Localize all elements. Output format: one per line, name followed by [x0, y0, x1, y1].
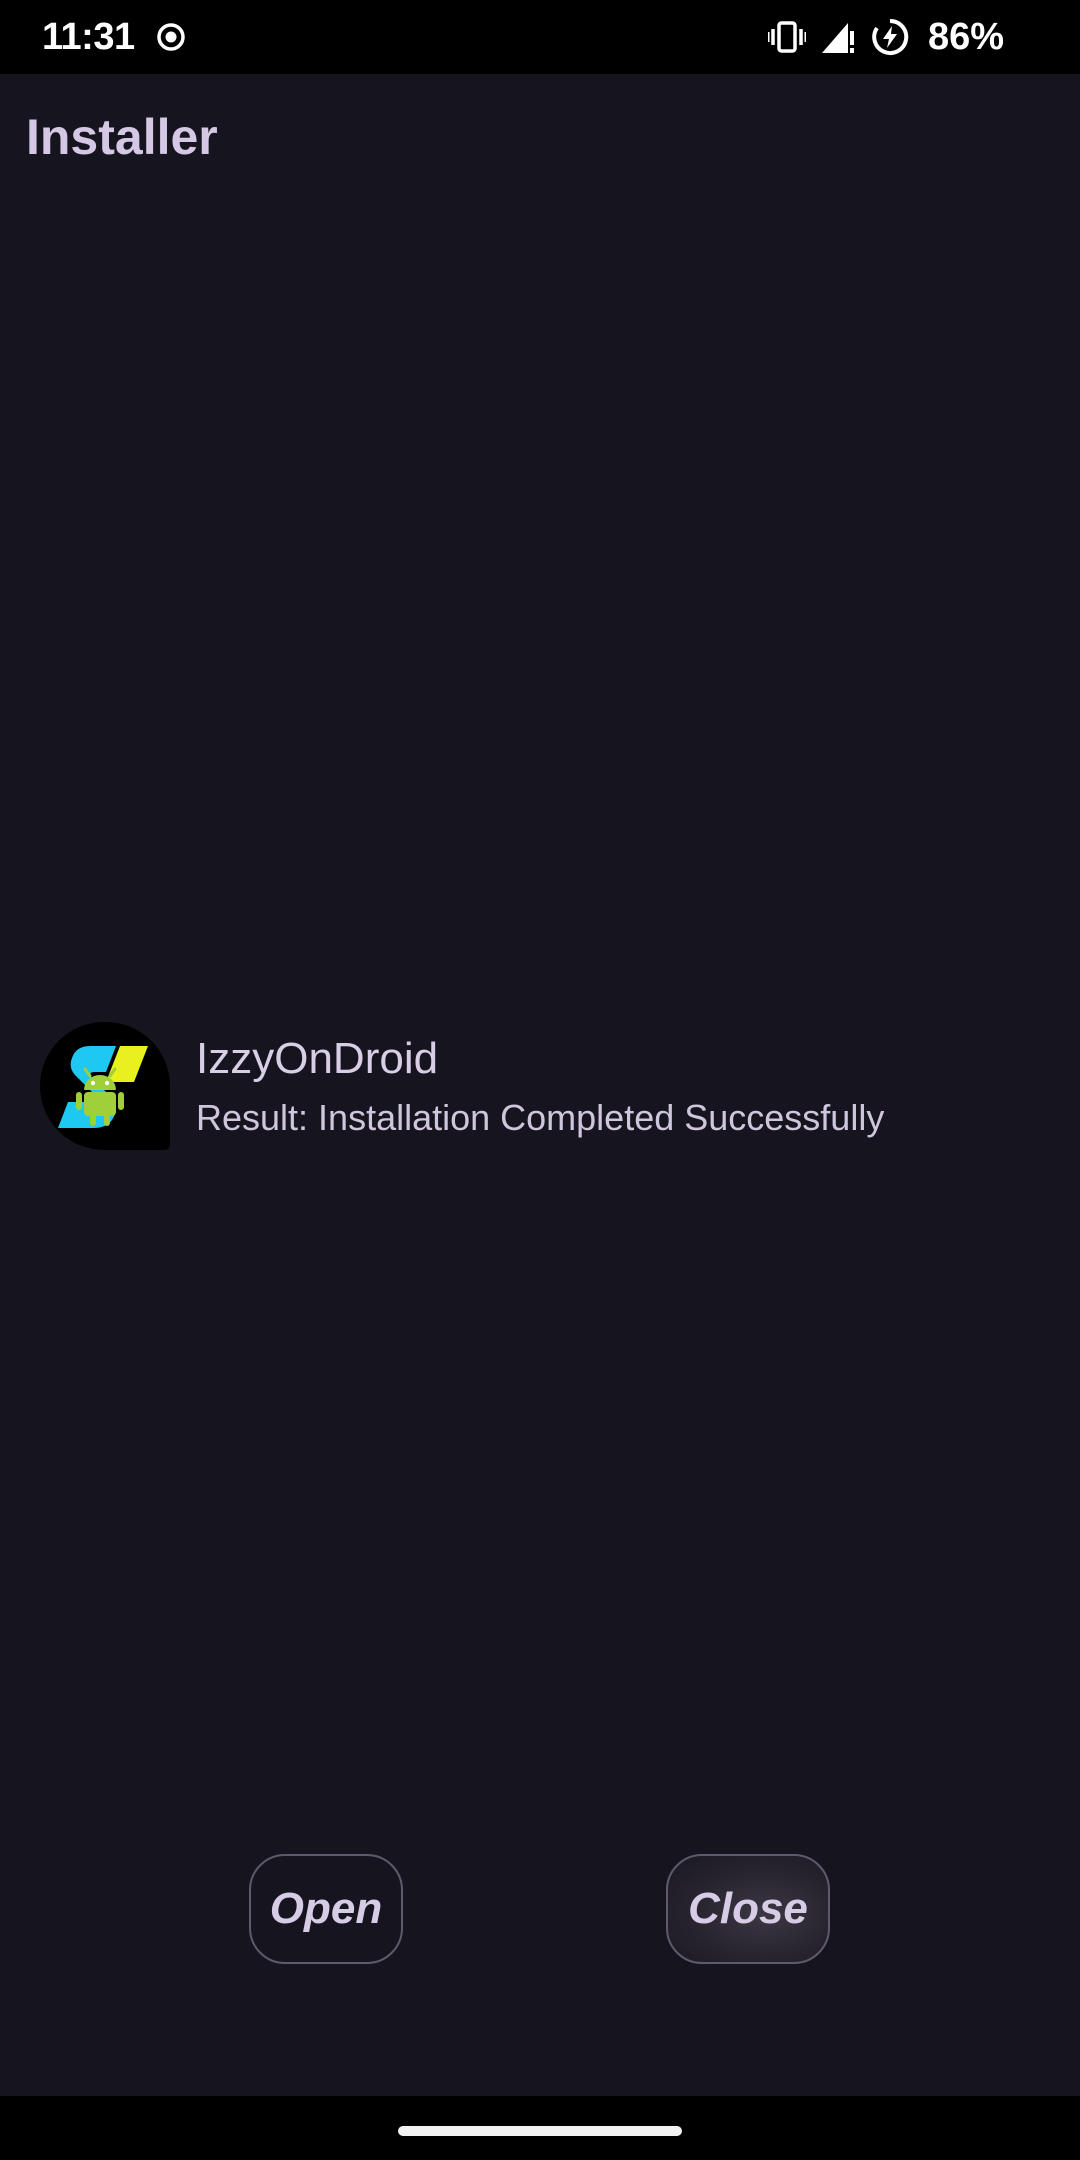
- izzyondroid-app-icon: [38, 1020, 170, 1152]
- install-result-message: Result: Installation Completed Successfu…: [196, 1097, 885, 1138]
- close-button[interactable]: Close: [666, 1854, 830, 1964]
- battery-charging-icon: [870, 17, 910, 57]
- status-time: 11:31: [42, 16, 135, 58]
- page-title: Installer: [26, 109, 218, 165]
- record-icon: [156, 22, 186, 52]
- battery-percent: 86%: [927, 16, 1004, 58]
- vibrate-icon: [767, 20, 806, 54]
- open-button[interactable]: Open: [249, 1854, 403, 1964]
- status-bar: 11:31 86%: [0, 0, 1080, 74]
- home-gesture-handle[interactable]: [398, 2126, 682, 2136]
- installer-screen: 11:31 86% Installer IzzyOnDroid Result: …: [0, 0, 1080, 2160]
- navigation-bar: [0, 2096, 1080, 2160]
- install-result-row: IzzyOnDroid Result: Installation Complet…: [38, 1020, 1038, 1152]
- signal-icon: [820, 19, 856, 55]
- app-name: IzzyOnDroid: [196, 1034, 439, 1083]
- status-icons: 86%: [767, 14, 1004, 60]
